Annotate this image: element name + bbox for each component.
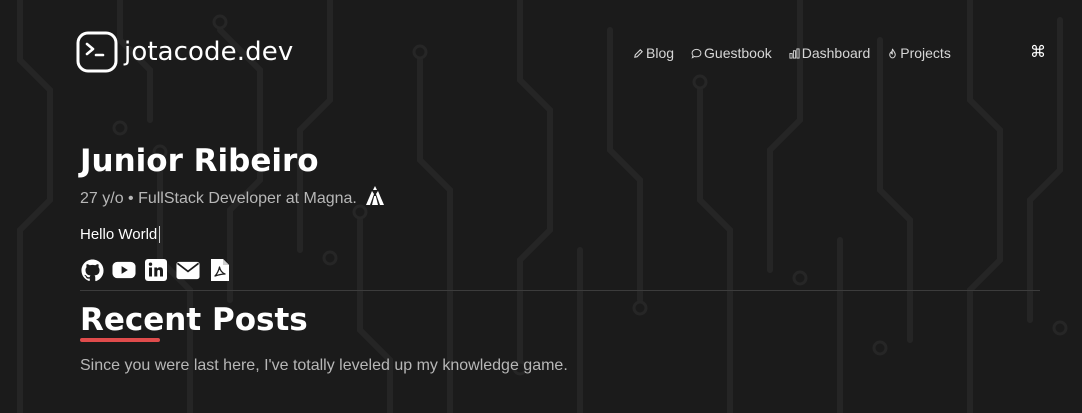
nav-guestbook[interactable]: Guestbook [691, 45, 772, 61]
typed-text: Hello World [80, 226, 158, 243]
heading-underline [80, 338, 160, 342]
youtube-link[interactable] [112, 258, 136, 282]
subtitle: 27 y/o • FullStack Developer at Magna. [80, 186, 387, 208]
email-link[interactable] [176, 258, 200, 282]
email-icon [176, 261, 200, 279]
youtube-icon [112, 261, 136, 279]
main-nav: Blog Guestbook Dashboard Projects [633, 43, 951, 63]
magna-logo-icon[interactable] [363, 184, 387, 208]
recent-posts-description: Since you were last here, I've totally l… [80, 357, 568, 374]
flame-icon [889, 48, 897, 58]
nav-dashboard-label: Dashboard [801, 45, 871, 61]
linkedin-icon [145, 259, 167, 281]
github-link[interactable] [80, 258, 104, 282]
nav-blog[interactable]: Blog [633, 45, 674, 61]
recent-posts-heading: Recent Posts [80, 302, 308, 338]
page-title: Junior Ribeiro [80, 143, 319, 179]
linkedin-link[interactable] [144, 258, 168, 282]
nav-dashboard[interactable]: Dashboard [789, 45, 871, 61]
brand-link[interactable]: jotacode.dev [76, 31, 293, 73]
resume-pdf-link[interactable] [208, 258, 232, 282]
typed-greeting: Hello World [80, 226, 161, 243]
github-icon [80, 258, 104, 281]
brand-name: jotacode.dev [124, 37, 294, 67]
bar-chart-icon [789, 47, 800, 59]
pencil-icon [634, 48, 643, 58]
nav-guestbook-label: Guestbook [704, 45, 772, 61]
page: jotacode.dev Blog Guestbook Dashboard Pr… [0, 0, 1082, 413]
pdf-resume-icon [211, 259, 229, 281]
chat-bubble-icon [691, 48, 702, 59]
subtitle-text: 27 y/o • FullStack Developer at Magna. [80, 190, 357, 207]
social-links [80, 258, 232, 282]
nav-projects-label: Projects [900, 45, 951, 61]
terminal-logo-icon [76, 31, 118, 73]
typing-caret [159, 226, 161, 243]
command-icon: ⌘ [1030, 44, 1046, 61]
command-menu-button[interactable]: ⌘ [1030, 43, 1046, 61]
nav-blog-label: Blog [646, 45, 675, 61]
section-divider [80, 290, 1040, 291]
nav-projects[interactable]: Projects [887, 45, 951, 61]
